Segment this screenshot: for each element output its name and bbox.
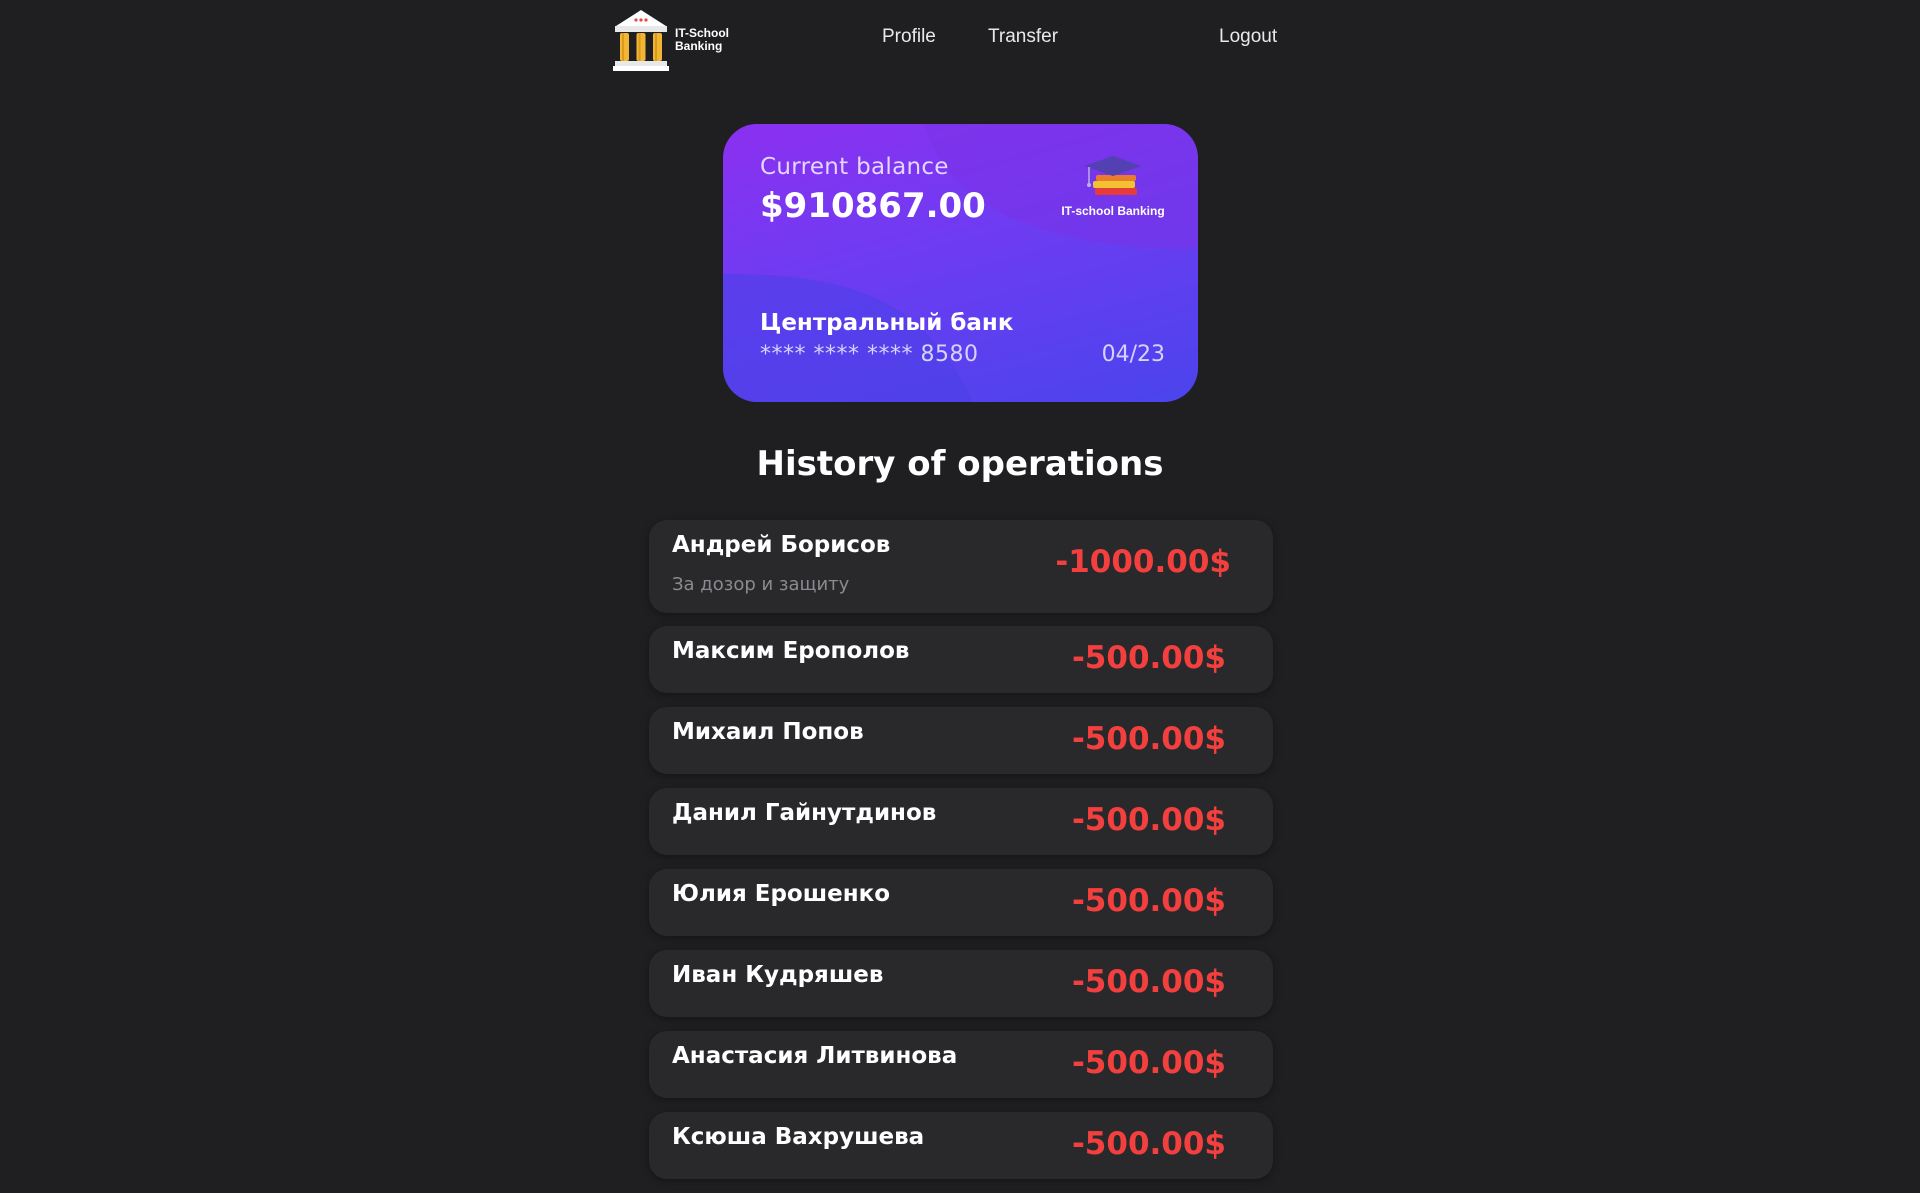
balance-value: $910867.00 [760, 186, 986, 226]
operation-item[interactable]: Михаил Попов -500.00$ [649, 707, 1273, 774]
operation-amount: -500.00$ [1071, 1126, 1226, 1162]
operation-name: Данил Гайнутдинов [672, 800, 937, 826]
operation-name: Юлия Ерошенко [672, 881, 891, 907]
history-title: History of operations [756, 444, 1164, 484]
operations-list: Андрей Борисов За дозор и защиту -1000.0… [649, 520, 1273, 1193]
operation-name: Максим Ерополов [672, 638, 910, 664]
operation-item[interactable]: Максим Ерополов -500.00$ [649, 626, 1273, 693]
logo[interactable]: IT-School Banking [612, 8, 742, 72]
nav-transfer-link[interactable]: Transfer [988, 26, 1058, 48]
nav-profile-link[interactable]: Profile [882, 26, 936, 48]
operation-item[interactable]: Анастасия Литвинова -500.00$ [649, 1031, 1273, 1098]
operation-item[interactable]: Данил Гайнутдинов -500.00$ [649, 788, 1273, 855]
bank-building-icon [613, 10, 669, 71]
operation-item[interactable]: Иван Кудряшев -500.00$ [649, 950, 1273, 1017]
card-number: **** **** **** 8580 [760, 342, 979, 367]
bank-card: Current balance $910867.00 IT-school Ban… [723, 124, 1198, 402]
operation-amount: -500.00$ [1071, 640, 1226, 676]
operation-description: За дозор и защиту [672, 574, 850, 595]
operation-item[interactable]: Юлия Ерошенко -500.00$ [649, 869, 1273, 936]
balance-label: Current balance [760, 154, 949, 180]
operation-name: Анастасия Литвинова [672, 1043, 958, 1069]
logo-text: IT-School Banking [675, 26, 729, 53]
operation-item[interactable]: Андрей Борисов За дозор и защиту -1000.0… [649, 520, 1273, 613]
operation-amount: -1000.00$ [1055, 544, 1231, 580]
operation-item[interactable]: Ксюша Вахрушева -500.00$ [649, 1112, 1273, 1179]
card-brand: IT-school Banking [1053, 154, 1173, 218]
operation-name: Михаил Попов [672, 719, 864, 745]
operation-name: Иван Кудряшев [672, 962, 884, 988]
card-bank-name: Центральный банк [760, 310, 1014, 336]
header: IT-School Banking Profile Transfer Logou… [0, 0, 1920, 82]
operation-amount: -500.00$ [1071, 721, 1226, 757]
card-expiry: 04/23 [1101, 342, 1165, 367]
operation-amount: -500.00$ [1071, 883, 1226, 919]
operation-amount: -500.00$ [1071, 802, 1226, 838]
nav-logout-link[interactable]: Logout [1219, 26, 1277, 48]
graduation-cap-books-icon [1085, 156, 1141, 195]
card-brand-text: IT-school Banking [1061, 204, 1165, 218]
operation-amount: -500.00$ [1071, 964, 1226, 1000]
operation-name: Ксюша Вахрушева [672, 1124, 925, 1150]
operation-name: Андрей Борисов [672, 532, 891, 558]
operation-amount: -500.00$ [1071, 1045, 1226, 1081]
